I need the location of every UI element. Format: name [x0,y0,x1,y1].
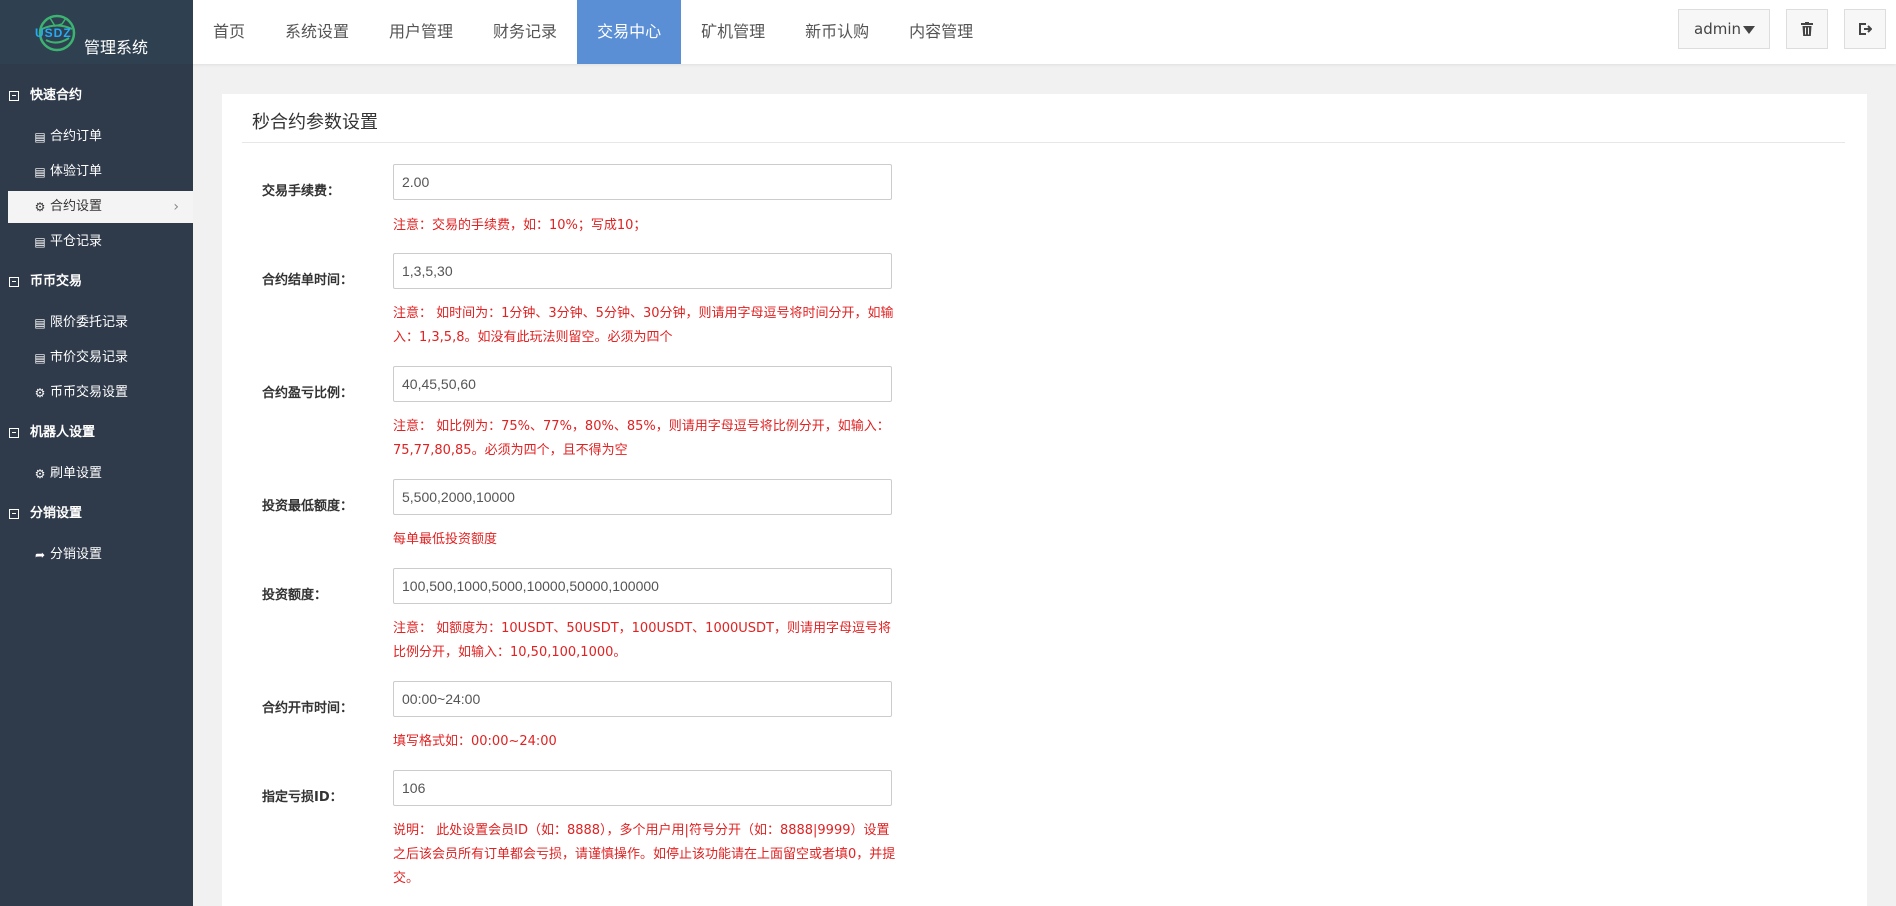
profit-ratio-input[interactable]: 40,45,50,60 [393,366,892,402]
sidebar-group-coin-trading[interactable]: 币币交易 [0,265,193,299]
title-divider [242,142,1845,143]
min-invest-note: 每单最低投资额度 [393,532,498,547]
open-time-label: 合约开市时间： [262,701,354,716]
sidebar-item-label: 市价交易记录 [50,350,129,365]
open-time-input[interactable]: 00:00~24:00 [393,681,892,717]
logo[interactable]: USDZ 管理系统 [0,0,193,64]
list-icon: ▤ [34,165,46,179]
sidebar-item-label: 合约设置 [50,199,103,214]
nav-item-finance-records[interactable]: 财务记录 [473,0,577,64]
sidebar-group-robot-settings[interactable]: 机器人设置 [0,416,193,450]
sidebar-item-close-position-records[interactable]: ▤ 平仓记录 [8,226,193,258]
sidebar-item-contract-settings[interactable]: ⚙ 合约设置 › [8,191,193,223]
sign-out-icon [1859,22,1873,35]
logout-button[interactable] [1844,9,1886,49]
nav-item-system-settings[interactable]: 系统设置 [265,0,369,64]
page-title: 秒合约参数设置 [252,112,378,133]
sidebar-item-label: 刷单设置 [50,466,103,481]
open-time-note: 填写格式如：00:00~24:00 [393,734,557,749]
invest-amount-input[interactable]: 100,500,1000,5000,10000,50000,100000 [393,568,892,604]
sidebar-group-label: 机器人设置 [30,425,96,440]
trash-icon [1801,21,1813,36]
collapse-icon [9,91,19,101]
admin-username: admin [1694,20,1741,38]
chevron-right-icon: › [173,199,179,215]
sidebar-item-coin-trading-settings[interactable]: ⚙ 币币交易设置 [8,377,193,409]
sidebar-item-contract-orders[interactable]: ▤ 合约订单 [8,121,193,153]
sidebar-item-distribution-settings[interactable]: ➦ 分销设置 [8,539,193,571]
profit-ratio-label: 合约盈亏比例： [262,386,354,401]
nav-item-home[interactable]: 首页 [193,0,265,64]
loss-id-input[interactable]: 106 [393,770,892,806]
collapse-icon [9,428,19,438]
sidebar-item-market-trade-records[interactable]: ▤ 市价交易记录 [8,342,193,374]
loss-id-label: 指定亏损ID： [262,790,343,805]
sidebar-item-brush-order-settings[interactable]: ⚙ 刷单设置 [8,458,193,490]
list-icon: ▤ [34,235,46,249]
sidebar-group-label: 币币交易 [30,274,83,289]
profit-ratio-note: 注意： 如比例为：75%、77%，80%、85%，则请用字母逗号将比例分开，如输… [393,419,890,458]
nav-item-miner-management[interactable]: 矿机管理 [681,0,785,64]
nav-item-user-management[interactable]: 用户管理 [369,0,473,64]
settle-time-label: 合约结单时间： [262,273,354,288]
loss-id-note: 说明： 此处设置会员ID（如：8888），多个用户用|符号分开（如：8888|9… [393,823,896,886]
min-invest-label: 投资最低额度： [262,499,354,514]
top-nav: 首页 系统设置 用户管理 财务记录 交易中心 矿机管理 新币认购 内容管理 [193,0,993,64]
nav-item-trading-center[interactable]: 交易中心 [577,0,682,64]
logo-mark-text: USDZ [35,26,72,40]
settings-panel: 秒合约参数设置 交易手续费： 2.00 注意：交易的手续费，如：10%；写成10… [222,94,1867,906]
clear-cache-button[interactable] [1786,9,1828,49]
invest-amount-label: 投资额度： [262,588,328,603]
nav-item-new-coin-subscription[interactable]: 新币认购 [785,0,889,64]
fee-note: 注意：交易的手续费，如：10%；写成10； [393,218,647,233]
fee-label: 交易手续费： [262,184,341,199]
sidebar-item-label: 分销设置 [50,547,103,562]
share-icon: ➦ [34,548,46,562]
sidebar-item-label: 合约订单 [50,129,103,144]
top-bar: USDZ 管理系统 首页 系统设置 用户管理 财务记录 交易中心 矿机管理 新币… [0,0,1896,64]
sidebar-item-label: 体验订单 [50,164,103,179]
nav-item-content-management[interactable]: 内容管理 [889,0,993,64]
sidebar-group-quick-contract[interactable]: 快速合约 [0,79,193,113]
gear-icon: ⚙ [34,467,46,481]
admin-dropdown[interactable]: admin [1678,9,1770,49]
sidebar-item-trial-orders[interactable]: ▤ 体验订单 [8,156,193,188]
sidebar-item-label: 币币交易设置 [50,385,129,400]
list-icon: ▤ [34,351,46,365]
invest-amount-note: 注意： 如额度为：10USDT、50USDT，100USDT、1000USDT，… [393,621,891,660]
settle-time-note: 注意： 如时间为：1分钟、3分钟、5分钟、30分钟，则请用字母逗号将时间分开，如… [393,306,894,345]
list-icon: ▤ [34,316,46,330]
fee-input[interactable]: 2.00 [393,164,892,200]
collapse-icon [9,509,19,519]
gear-icon: ⚙ [34,200,46,214]
sidebar: 快速合约 ▤ 合约订单 ▤ 体验订单 ⚙ 合约设置 › ▤ 平仓记录 币币交易 … [0,64,193,906]
app-title: 管理系统 [84,38,149,57]
min-invest-input[interactable]: 5,500,2000,10000 [393,479,892,515]
sidebar-group-distribution-settings[interactable]: 分销设置 [0,497,193,531]
sidebar-item-label: 平仓记录 [50,234,103,249]
list-icon: ▤ [34,130,46,144]
caret-down-icon [1743,26,1755,34]
sidebar-group-label: 快速合约 [30,88,83,103]
sidebar-item-limit-order-records[interactable]: ▤ 限价委托记录 [8,307,193,339]
sidebar-item-label: 限价委托记录 [50,315,129,330]
gear-icon: ⚙ [34,386,46,400]
sidebar-group-label: 分销设置 [30,506,83,521]
collapse-icon [9,277,19,287]
settle-time-input[interactable]: 1,3,5,30 [393,253,892,289]
